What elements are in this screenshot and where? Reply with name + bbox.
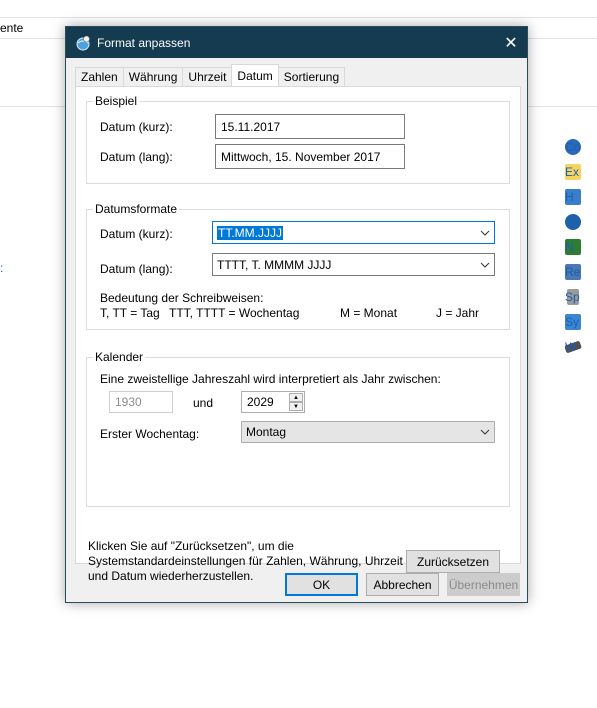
background-divider-top: [0, 17, 597, 18]
example-short-label: Datum (kurz):: [100, 120, 173, 134]
year-to-value: 2029: [247, 395, 274, 409]
group-kalender-legend: Kalender: [93, 350, 146, 364]
background-sidebar-item[interactable]: Re: [565, 259, 597, 284]
background-sidebar-item[interactable]: Sy: [565, 309, 597, 334]
year-to-spinner[interactable]: 2029 ▲ ▼: [241, 391, 305, 413]
year-from-field: 1930: [109, 391, 173, 413]
background-sidebar-item[interactable]: H: [565, 184, 597, 209]
format-dialog: Format anpassen ✕ Zahlen Währung Uhrzeit…: [65, 26, 528, 603]
cancel-button[interactable]: Abbrechen: [366, 573, 439, 596]
chevron-down-icon[interactable]: [480, 254, 490, 275]
regional-settings-icon: [76, 35, 90, 50]
spin-down-icon[interactable]: ▼: [289, 402, 303, 411]
year-spin-buttons: ▲ ▼: [289, 393, 303, 411]
example-long-label: Datum (lang):: [100, 150, 173, 164]
background-sidebar-item[interactable]: In: [565, 209, 597, 234]
notation-meaning-title: Bedeutung der Schreibweisen:: [100, 291, 264, 305]
example-long-field: Mittwoch, 15. November 2017: [215, 144, 405, 169]
chevron-down-icon[interactable]: [480, 222, 490, 243]
chevron-down-icon[interactable]: [480, 422, 490, 442]
two-digit-year-text: Eine zweistellige Jahreszahl wird interp…: [100, 372, 441, 386]
group-datumsformate: Datumsformate Datum (kurz): TT.MM.JJJJ D…: [86, 202, 510, 330]
background-sidebar-item[interactable]: Sp: [565, 284, 597, 309]
ok-button[interactable]: OK: [285, 573, 358, 596]
dialog-title: Format anpassen: [97, 35, 191, 50]
notation-tag: T, TT = Tag: [100, 306, 160, 320]
notation-jahr: J = Jahr: [436, 306, 480, 320]
close-button[interactable]: ✕: [495, 27, 527, 58]
dialog-titlebar[interactable]: Format anpassen ✕: [66, 27, 527, 58]
background-sidebar-item[interactable]: W: [565, 334, 597, 359]
tab-uhrzeit[interactable]: Uhrzeit: [182, 67, 233, 86]
tab-sortierung[interactable]: Sortierung: [277, 67, 346, 86]
format-short-value: TT.MM.JJJJ: [217, 225, 283, 240]
background-sidebar-item[interactable]: Co: [565, 134, 597, 159]
example-short-field: 15.11.2017: [215, 114, 405, 139]
and-label: und: [193, 396, 214, 410]
first-weekday-combobox[interactable]: Montag: [241, 421, 495, 443]
notation-monat: M = Monat: [340, 306, 398, 320]
year-from-value: 1930: [115, 395, 142, 409]
reset-info-text: Klicken Sie auf "Zurücksetzen", um die S…: [88, 539, 403, 583]
format-short-label: Datum (kurz):: [100, 227, 173, 241]
close-icon: ✕: [504, 34, 518, 52]
first-weekday-value: Montag: [246, 425, 287, 439]
background-left-fragment: :: [0, 261, 4, 275]
tab-panel-datum: Beispiel Datum (kurz): 15.11.2017 Datum …: [75, 86, 521, 583]
background-sidebar-list: Co Ex H In N Re Sp Sy W: [565, 134, 597, 359]
group-kalender: Kalender Eine zweistellige Jahreszahl wi…: [86, 350, 510, 507]
reset-button[interactable]: Zurücksetzen: [406, 550, 500, 573]
tab-datum[interactable]: Datum: [231, 64, 279, 86]
tab-waehrung[interactable]: Währung: [122, 67, 184, 86]
group-beispiel: Beispiel Datum (kurz): 15.11.2017 Datum …: [86, 94, 510, 184]
tab-zahlen[interactable]: Zahlen: [75, 67, 124, 86]
example-short-value: 15.11.2017: [221, 119, 281, 134]
format-short-combobox[interactable]: TT.MM.JJJJ: [212, 221, 495, 244]
group-beispiel-legend: Beispiel: [93, 94, 140, 108]
tab-strip: Zahlen Währung Uhrzeit Datum Sortierung: [75, 64, 346, 86]
format-long-label: Datum (lang):: [100, 262, 173, 276]
first-weekday-label: Erster Wochentag:: [100, 427, 200, 441]
format-long-combobox[interactable]: TTTT, T. MMMM JJJJ: [212, 253, 495, 276]
background-sidebar-item[interactable]: Ex: [565, 159, 597, 184]
background-column-header: ente: [0, 21, 24, 35]
format-long-value: TTTT, T. MMMM JJJJ: [217, 257, 332, 272]
apply-button[interactable]: Übernehmen: [447, 573, 520, 596]
background-sidebar-item[interactable]: N: [565, 234, 597, 259]
spin-up-icon[interactable]: ▲: [289, 393, 303, 402]
group-datumsformate-legend: Datumsformate: [93, 202, 180, 216]
example-long-value: Mittwoch, 15. November 2017: [221, 149, 381, 164]
notation-wochentag: TTT, TTTT = Wochentag: [169, 306, 300, 320]
